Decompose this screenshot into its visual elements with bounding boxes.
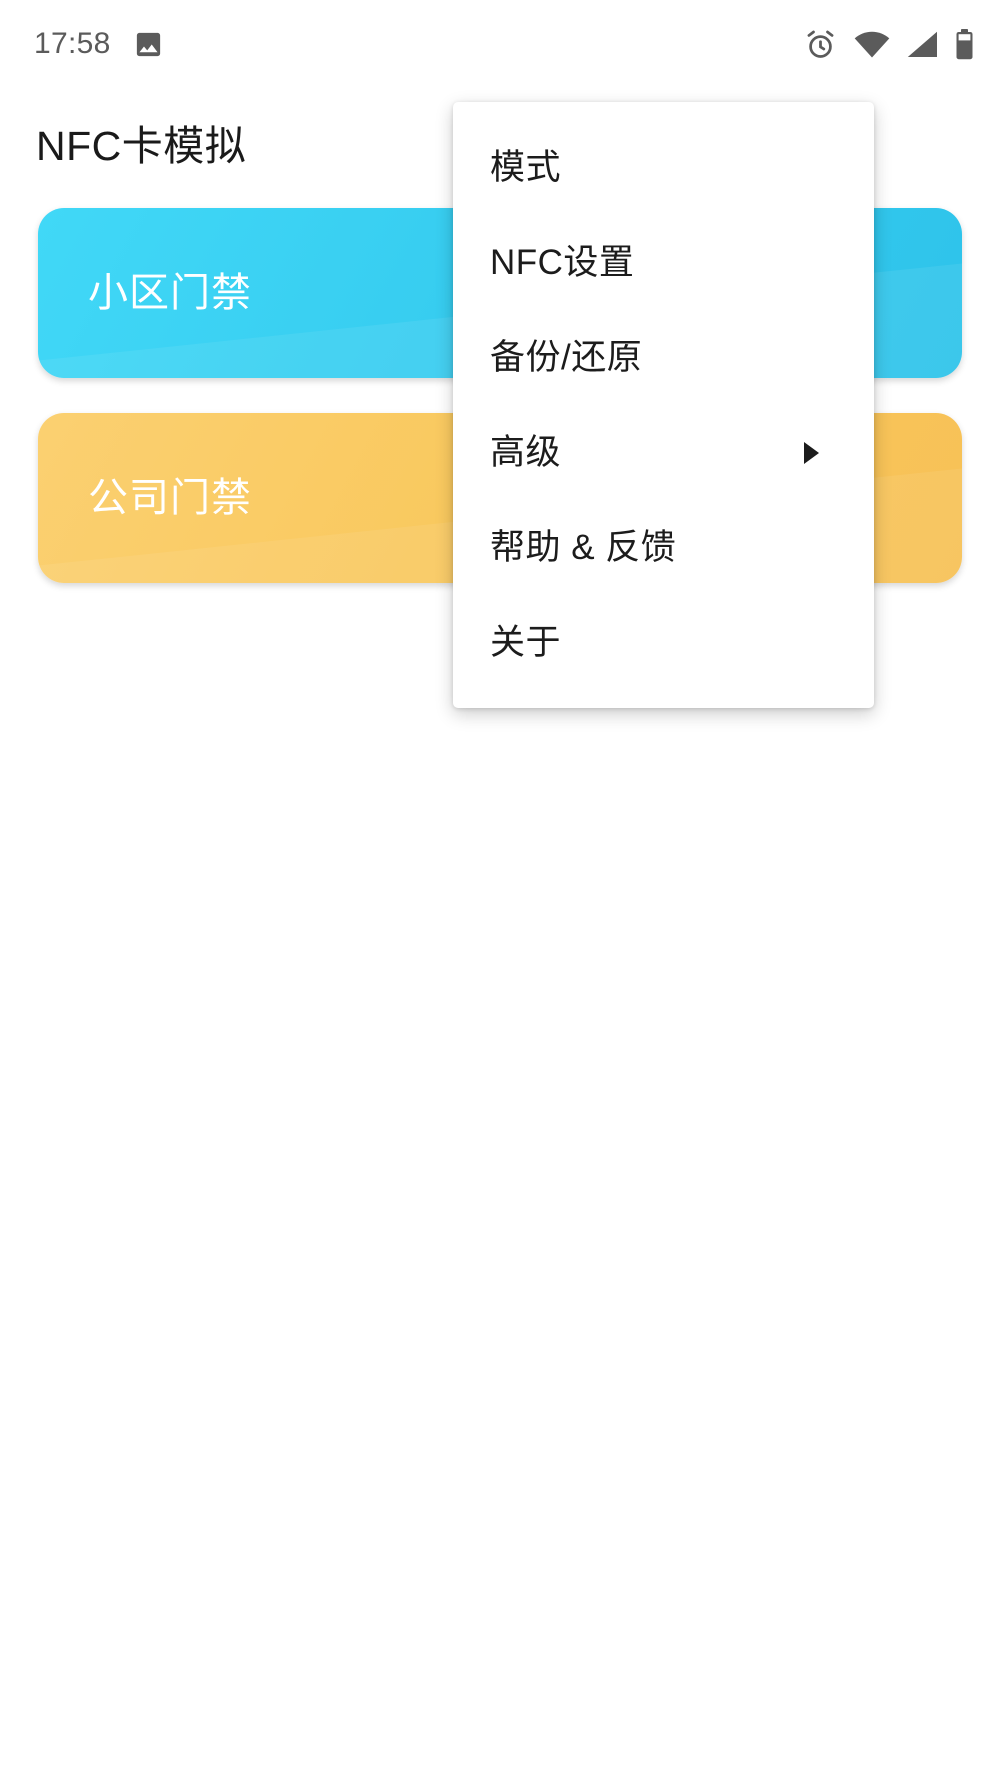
overflow-popup-menu: 模式 NFC设置 备份/还原 高级 帮助 & 反馈 关于 [453, 102, 874, 708]
status-bar: 17:58 [0, 0, 1000, 88]
status-clock: 17:58 [34, 27, 111, 60]
menu-item-label: NFC设置 [490, 243, 635, 282]
menu-item-mode[interactable]: 模式 [453, 120, 874, 215]
status-bar-left: 17:58 [34, 29, 164, 60]
menu-item-nfc-settings[interactable]: NFC设置 [453, 215, 874, 310]
menu-item-label: 模式 [490, 148, 562, 187]
card-label: 公司门禁 [88, 476, 252, 520]
menu-item-label: 帮助 & 反馈 [490, 528, 677, 567]
menu-item-label: 高级 [490, 433, 562, 472]
alarm-clock-icon [804, 28, 837, 61]
battery-icon [955, 28, 974, 60]
menu-item-label: 关于 [490, 623, 562, 662]
menu-item-help-and-feedback[interactable]: 帮助 & 反馈 [453, 500, 874, 595]
wifi-icon [854, 31, 890, 58]
page-title: NFC卡模拟 [36, 123, 247, 169]
image-icon [133, 29, 164, 60]
cellular-signal-icon [907, 31, 938, 58]
menu-item-about[interactable]: 关于 [453, 595, 874, 690]
menu-item-advanced[interactable]: 高级 [453, 405, 874, 500]
chevron-right-icon [804, 441, 819, 464]
status-bar-right [804, 28, 974, 61]
card-label: 小区门禁 [88, 271, 252, 315]
menu-item-backup-restore[interactable]: 备份/还原 [453, 310, 874, 405]
menu-item-label: 备份/还原 [490, 338, 643, 377]
